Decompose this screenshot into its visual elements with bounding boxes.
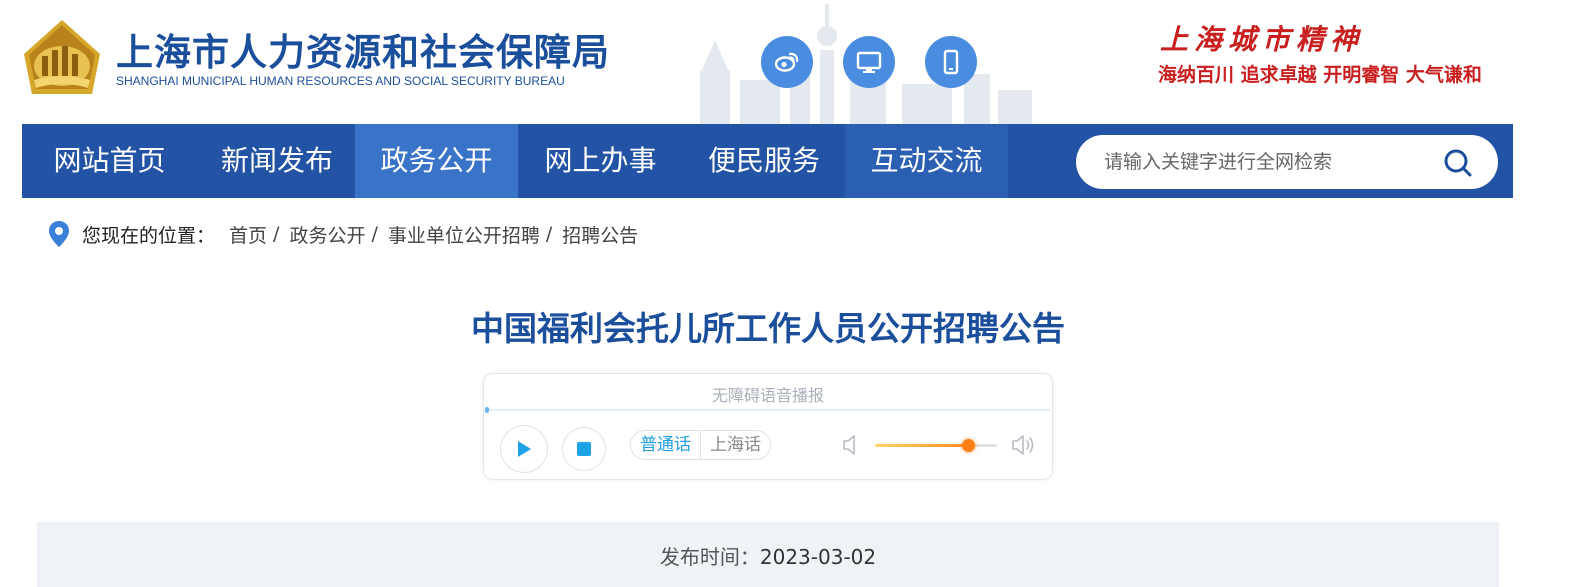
- lang-option-shanghainese[interactable]: 上海话: [701, 431, 770, 459]
- city-spirit-title: 上海城市精神: [1160, 23, 1365, 56]
- dialect-selector: 普通话 上海话: [630, 430, 771, 460]
- playback-progress-bar[interactable]: [485, 407, 1050, 413]
- site-name-english: SHANGHAI MUNICIPAL HUMAN RESOURCES AND S…: [116, 74, 565, 88]
- lang-option-mandarin[interactable]: 普通话: [631, 431, 701, 459]
- site-name[interactable]: 上海市人力资源和社会保障局: [116, 22, 610, 76]
- article-title: 中国福利会托儿所工作人员公开招聘公告: [471, 309, 1065, 348]
- main-nav: 网站首页 新闻发布 政务公开 网上办事 便民服务 互动交流: [22, 124, 1513, 198]
- nav-item-interaction[interactable]: 互动交流: [845, 124, 1008, 198]
- volume-knob[interactable]: [961, 439, 975, 452]
- breadcrumb-separator: /: [371, 223, 378, 245]
- breadcrumb-recruitment-notice[interactable]: 招聘公告: [562, 221, 638, 248]
- nav-item-home[interactable]: 网站首页: [22, 124, 197, 198]
- breadcrumb: 您现在的位置： 首页 / 政务公开 / 事业单位公开招聘 / 招聘公告: [48, 220, 638, 248]
- mobile-site-button[interactable]: [925, 36, 977, 88]
- publish-time-label: 发布时间：: [659, 545, 760, 569]
- search-box: [1076, 135, 1498, 189]
- nav-item-online-services[interactable]: 网上办事: [518, 124, 683, 198]
- site-header: 上海市人力资源和社会保障局 SHANGHAI MUNICIPAL HUMAN R…: [0, 0, 1577, 124]
- volume-slider[interactable]: [875, 439, 997, 452]
- search-input[interactable]: [1104, 147, 1434, 177]
- publish-date: 2023-03-02: [759, 545, 877, 569]
- player-title: 无障碍语音播报: [711, 386, 824, 405]
- article-meta-bar: 发布时间：2023-03-02: [37, 522, 1499, 587]
- desktop-icon: [856, 51, 882, 73]
- volume-high-icon[interactable]: [1011, 432, 1037, 458]
- play-button[interactable]: [500, 425, 548, 473]
- accessibility-audio-player: 无障碍语音播报 普通话 上海话: [483, 373, 1053, 480]
- play-icon: [518, 441, 531, 457]
- breadcrumb-public-recruitment[interactable]: 事业单位公开招聘: [388, 221, 540, 248]
- search-icon[interactable]: [1442, 147, 1474, 179]
- weibo-icon: [774, 52, 799, 72]
- breadcrumb-label: 您现在的位置：: [82, 224, 216, 247]
- publish-time: 发布时间：2023-03-02: [37, 541, 1499, 570]
- desktop-site-button[interactable]: [843, 36, 895, 88]
- weibo-button[interactable]: [761, 36, 813, 88]
- breadcrumb-government-affairs[interactable]: 政务公开: [289, 221, 365, 248]
- nav-item-government-affairs[interactable]: 政务公开: [355, 124, 518, 198]
- breadcrumb-separator: /: [545, 223, 553, 245]
- stop-icon: [577, 442, 591, 456]
- nav-item-news[interactable]: 新闻发布: [197, 124, 357, 198]
- location-pin-icon: [49, 221, 69, 247]
- mobile-icon: [943, 49, 959, 75]
- breadcrumb-home[interactable]: 首页: [229, 221, 267, 248]
- bureau-logo[interactable]: [22, 18, 102, 96]
- city-spirit-tags: 海纳百川 追求卓越 开明睿智 大气谦和: [1158, 64, 1482, 86]
- volume-fill: [875, 444, 968, 447]
- breadcrumb-separator: /: [273, 223, 280, 245]
- stop-button[interactable]: [562, 427, 606, 471]
- volume-low-icon[interactable]: [842, 433, 862, 457]
- nav-item-public-services[interactable]: 便民服务: [683, 124, 845, 198]
